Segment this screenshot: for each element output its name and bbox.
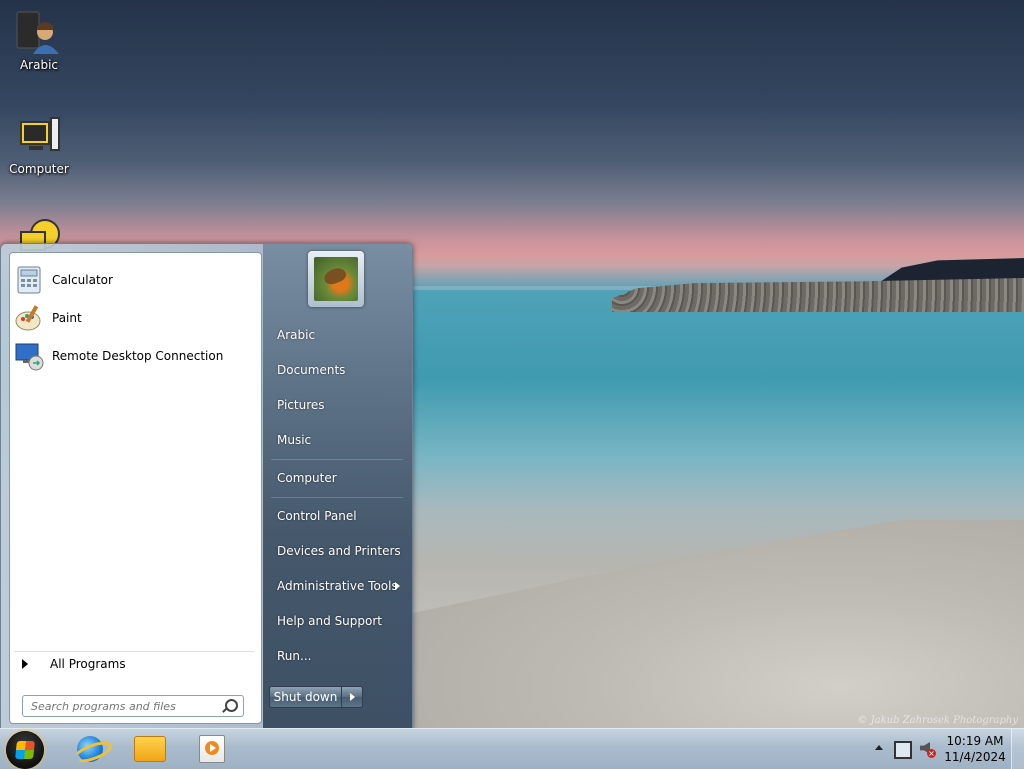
headland [880, 258, 1024, 282]
start-link-user-folder[interactable]: Arabic [277, 328, 315, 342]
desktop-icon-arabic[interactable]: Arabic [0, 8, 78, 72]
paint-icon [14, 303, 44, 333]
menu-separator [271, 459, 403, 460]
start-link-control-panel[interactable]: Control Panel [277, 509, 357, 523]
start-item-paint[interactable]: Paint [14, 301, 257, 335]
start-menu-places-pane: Arabic Documents Pictures Music Computer… [263, 244, 412, 729]
all-programs-label: All Programs [50, 657, 126, 671]
shutdown-button[interactable]: Shut down [270, 687, 342, 707]
menu-separator [271, 497, 403, 498]
shutdown-options-button[interactable] [342, 687, 362, 707]
taskbar-internet-explorer[interactable] [70, 733, 110, 765]
windows-explorer-icon [134, 736, 166, 762]
calculator-icon [14, 265, 44, 295]
remote-desktop-icon [14, 341, 44, 371]
taskbar-media-player[interactable] [192, 733, 232, 765]
start-link-pictures[interactable]: Pictures [277, 398, 325, 412]
clock[interactable]: 10:19 AM 11/4/2024 [942, 733, 1008, 765]
wallpaper-watermark: © Jakub Zahrosek Photography [857, 715, 1018, 726]
butterfly-icon [322, 265, 348, 287]
start-link-music[interactable]: Music [277, 433, 311, 447]
shutdown-control: Shut down [269, 686, 363, 708]
start-menu-programs-pane: Calculator Paint Remote Desktop Connecti… [9, 252, 262, 724]
start-link-documents[interactable]: Documents [277, 363, 345, 377]
search-box[interactable] [22, 695, 244, 717]
show-hidden-icons-button[interactable] [875, 745, 883, 750]
user-folder-icon [15, 8, 63, 56]
chevron-right-icon [22, 659, 28, 669]
system-tray: × 10:19 AM 11/4/2024 [864, 729, 1024, 769]
internet-explorer-icon [77, 736, 103, 762]
start-button[interactable] [6, 731, 44, 769]
breakwater-rocks [612, 278, 1024, 312]
chevron-right-icon [349, 693, 355, 701]
chevron-right-icon [395, 582, 400, 590]
user-picture[interactable] [308, 251, 364, 307]
search-icon[interactable] [225, 699, 238, 712]
desktop-icon-label: Computer [9, 162, 69, 176]
start-link-computer[interactable]: Computer [277, 471, 337, 485]
network-status-icon[interactable] [894, 741, 912, 759]
clock-date: 11/4/2024 [944, 750, 1006, 764]
desktop-icon-computer[interactable]: Computer [0, 112, 78, 176]
windows-logo-icon [15, 741, 35, 759]
start-menu: Calculator Paint Remote Desktop Connecti… [0, 243, 413, 730]
taskbar-windows-explorer[interactable] [130, 733, 170, 765]
start-item-label: Calculator [52, 273, 113, 287]
start-link-devices-printers[interactable]: Devices and Printers [277, 544, 401, 558]
taskbar: × 10:19 AM 11/4/2024 [0, 728, 1024, 769]
beach [410, 520, 1024, 728]
media-player-icon [199, 735, 225, 763]
butterfly-picture [314, 257, 358, 301]
desktop-icon-label: Arabic [19, 58, 59, 72]
start-link-run[interactable]: Run... [277, 649, 311, 663]
show-desktop-button[interactable] [1011, 729, 1024, 769]
start-item-remote-desktop[interactable]: Remote Desktop Connection [14, 339, 257, 373]
search-input[interactable] [29, 698, 223, 714]
start-item-label: Paint [52, 311, 82, 325]
start-link-administrative-tools[interactable]: Administrative Tools [277, 579, 398, 593]
muted-icon: × [927, 749, 936, 758]
start-item-label: Remote Desktop Connection [52, 349, 224, 363]
all-programs-button[interactable]: All Programs [14, 651, 254, 676]
clock-time: 10:19 AM [946, 734, 1004, 748]
start-item-calculator[interactable]: Calculator [14, 263, 257, 297]
computer-icon [15, 112, 63, 160]
start-link-help-support[interactable]: Help and Support [277, 614, 382, 628]
